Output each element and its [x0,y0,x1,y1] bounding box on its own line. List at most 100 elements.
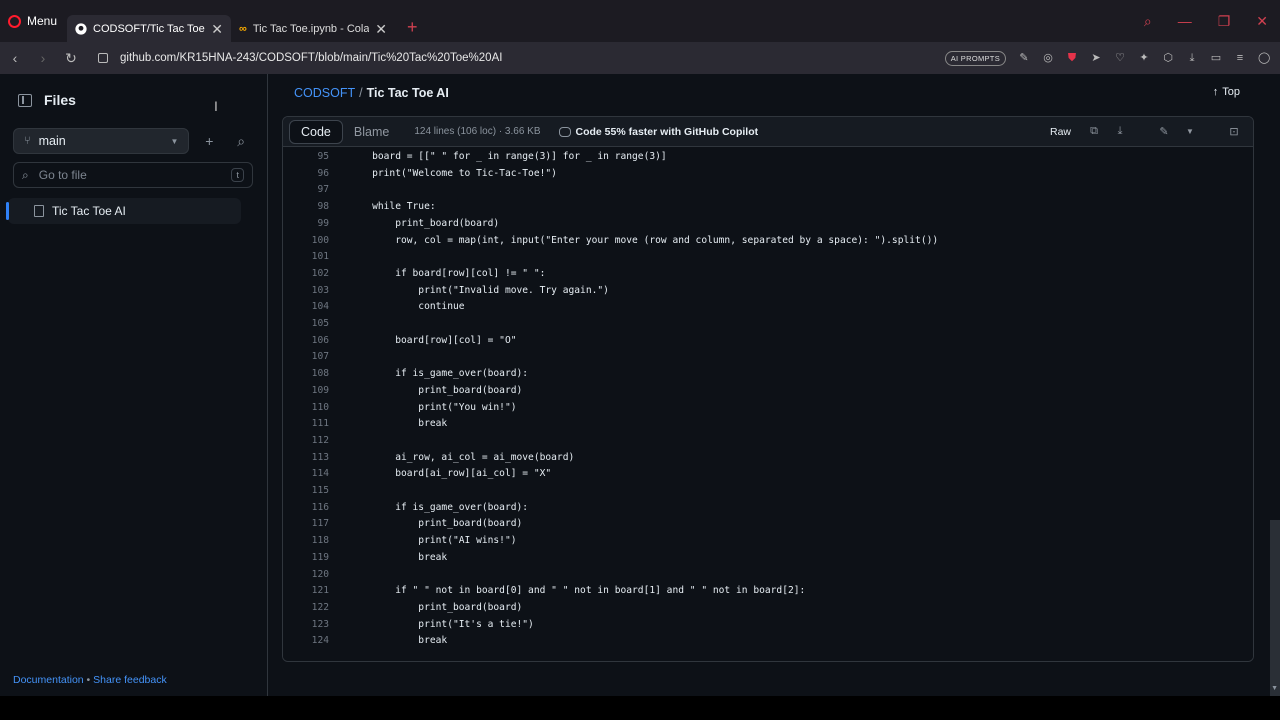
line-number[interactable]: 117 [283,516,329,533]
breadcrumb-repo-link[interactable]: CODSOFT [294,86,355,100]
reload-icon[interactable]: ↻ [58,50,84,67]
ai-prompts-button[interactable]: AI PROMPTS [944,50,1006,66]
line-number[interactable]: 119 [283,550,329,567]
branch-select[interactable]: ⑂ main ▼ [13,128,190,154]
shield-icon[interactable]: ⛊ [1066,52,1078,64]
line-number[interactable]: 107 [283,349,329,366]
forward-icon[interactable]: › [30,50,56,66]
line-number[interactable]: 109 [283,383,329,400]
code-area[interactable]: 95 board = [[" " for _ in range(3)] for … [283,147,1253,661]
line-number[interactable]: 103 [283,283,329,300]
line-number[interactable]: 102 [283,266,329,283]
collapse-panel-icon[interactable] [18,93,32,107]
line-number[interactable]: 115 [283,483,329,500]
line-number[interactable]: 108 [283,366,329,383]
opera-logo-icon [8,14,21,28]
tab-code[interactable]: Code [289,119,343,144]
code-line: 108 if is_game_over(board): [283,366,1243,383]
line-number[interactable]: 110 [283,400,329,417]
tab-blame[interactable]: Blame [343,120,400,144]
back-icon[interactable]: ‹ [2,50,28,66]
code-line: 118 print("AI wins!") [283,533,1243,550]
tree-item-file[interactable]: Tic Tac Toe AI [6,198,241,224]
close-tab-icon[interactable]: ✕ [375,21,387,38]
browser-tab-github[interactable]: CODSOFT/Tic Tac Toe AI at ✕ [67,15,232,43]
line-number[interactable]: 116 [283,500,329,517]
line-number[interactable]: 100 [283,233,329,250]
documentation-link[interactable]: Documentation [13,674,84,686]
breadcrumb-separator: / [359,86,363,100]
maximize-icon[interactable]: ❐ [1218,13,1231,30]
opera-menu-button[interactable]: Menu [0,0,67,42]
url-field[interactable]: github.com/KR15HNA-243/CODSOFT/blob/main… [120,52,502,64]
profile-icon[interactable]: ◯ [1258,52,1270,64]
close-window-icon[interactable]: ✕ [1256,13,1268,30]
add-file-button[interactable]: + [197,128,221,154]
pencil-icon[interactable]: ✎ [1153,121,1175,143]
code-line: 114 board[ai_row][ai_col] = "X" [283,466,1243,483]
files-title: Files [44,92,76,108]
page-scrollbar[interactable] [1270,520,1280,696]
code-line: 101 [283,249,1243,266]
settings-sliders-icon[interactable]: ≡ [1234,52,1246,64]
line-number[interactable]: 104 [283,299,329,316]
line-code: continue [349,301,465,313]
scroll-down-icon[interactable]: ▼ [1271,685,1278,692]
line-code: break [349,418,448,430]
line-number[interactable]: 120 [283,567,329,584]
line-number[interactable]: 98 [283,199,329,216]
new-tab-button[interactable]: + [407,17,418,38]
download-icon[interactable]: ⤓ [1109,121,1131,143]
lock-icon [98,53,108,63]
branch-row: ⑂ main ▼ + ⌕ [13,128,253,154]
line-number[interactable]: 106 [283,333,329,350]
search-tabs-icon[interactable]: ⌕ [1144,13,1152,30]
heart-icon[interactable]: ♡ [1114,52,1126,64]
line-code: print_board(board) [349,601,523,613]
line-number[interactable]: 118 [283,533,329,550]
file-icon [34,205,44,217]
line-number[interactable]: 122 [283,600,329,617]
camera-icon[interactable]: ◎ [1042,52,1054,64]
line-number[interactable]: 96 [283,166,329,183]
code-toolbar: Code Blame 124 lines (106 loc) · 3.66 KB… [283,117,1253,147]
line-code: if " " not in board[0] and " " not in bo… [349,585,806,597]
code-line: 110 print("You win!") [283,400,1243,417]
line-number[interactable]: 101 [283,249,329,266]
line-number[interactable]: 97 [283,182,329,199]
battery-icon[interactable]: ▭ [1210,52,1222,64]
line-number[interactable]: 105 [283,316,329,333]
share-feedback-link[interactable]: Share feedback [93,674,167,686]
line-code: if is_game_over(board): [349,368,529,380]
line-number[interactable]: 112 [283,433,329,450]
main-content: CODSOFT / Tic Tac Toe AI ↑ Top Code Blame … [268,74,1280,696]
raw-button[interactable]: Raw [1042,121,1079,143]
line-number[interactable]: 99 [283,216,329,233]
cube-icon[interactable]: ⬡ [1162,52,1174,64]
browser-tab-colab[interactable]: ∞ Tic Tac Toe.ipynb - Colabora ✕ [231,15,395,43]
line-number[interactable]: 121 [283,583,329,600]
top-link[interactable]: ↑ Top [1213,86,1240,98]
minimize-icon[interactable]: — [1178,13,1192,29]
download-icon[interactable]: ⤓ [1186,52,1198,64]
symbols-panel-icon[interactable]: ⊡ [1223,121,1245,143]
copilot-promo[interactable]: Code 55% faster with GitHub Copilot [558,126,758,138]
line-number[interactable]: 95 [283,149,329,166]
extension-icon[interactable]: ✦ [1138,52,1150,64]
close-tab-icon[interactable]: ✕ [211,21,223,38]
code-line: 121 if " " not in board[0] and " " not i… [283,583,1243,600]
code-line: 116 if is_game_over(board): [283,500,1243,517]
chevron-down-icon[interactable]: ▼ [1179,121,1201,143]
line-number[interactable]: 123 [283,617,329,634]
copy-icon[interactable]: ⧉ [1083,121,1105,143]
edit-icon[interactable]: ✎ [1018,52,1030,64]
send-icon[interactable]: ➤ [1090,52,1102,64]
go-to-file-input[interactable] [38,168,222,182]
line-code: print("Invalid move. Try again.") [349,284,609,296]
line-number[interactable]: 124 [283,633,329,650]
code-actions: Raw ⧉ ⤓ ✎ ▼ ⊡ [1042,121,1245,143]
line-number[interactable]: 113 [283,450,329,467]
search-icon[interactable]: ⌕ [229,128,253,154]
line-number[interactable]: 111 [283,416,329,433]
line-number[interactable]: 114 [283,466,329,483]
